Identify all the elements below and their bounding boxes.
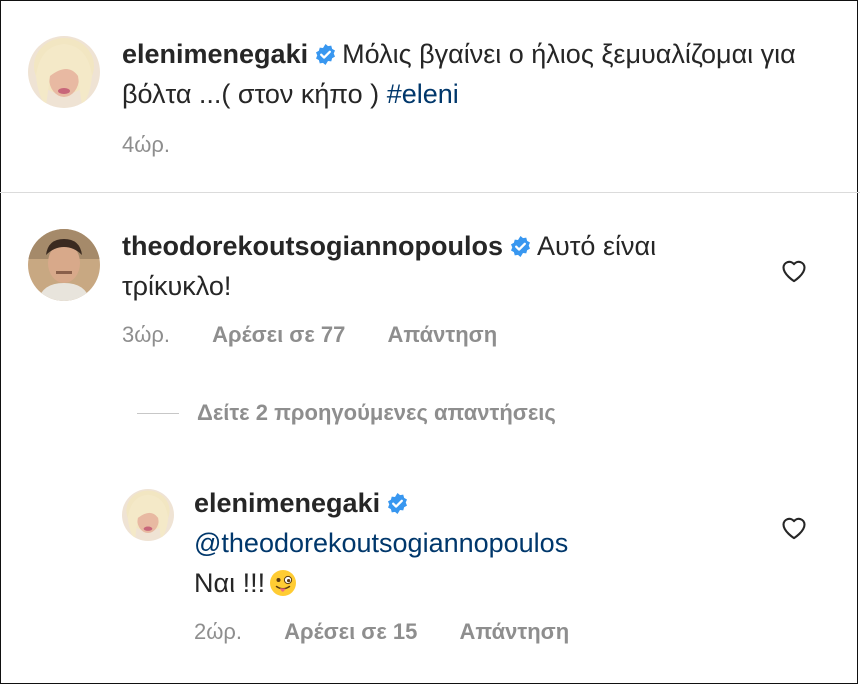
verified-badge-icon <box>386 492 409 515</box>
avatar-image <box>28 36 100 108</box>
comment-meta: 3ώρ. Αρέσει σε 77 Απάντηση <box>122 322 533 348</box>
reply-time: 2ώρ. <box>194 619 243 644</box>
caption-text-block: elenimenegaki Μόλις βγαίνει ο ήλιος ξεμυα… <box>122 34 822 114</box>
view-replies-label: Δείτε 2 προηγούμενες απαντήσεις <box>197 400 556 425</box>
heart-outline-icon[interactable] <box>780 257 808 283</box>
caption-hashtag[interactable]: #eleni <box>387 79 459 109</box>
reply-meta: 2ώρ. Αρέσει σε 15 Απάντηση <box>194 619 605 645</box>
comment-likes[interactable]: Αρέσει σε 77 <box>212 322 345 347</box>
winking-tongue-emoji <box>269 569 297 597</box>
view-previous-replies[interactable]: Δείτε 2 προηγούμενες απαντήσεις <box>137 400 556 426</box>
comment-reply-button[interactable]: Απάντηση <box>388 322 498 347</box>
verified-badge-icon <box>314 43 337 66</box>
caption-avatar[interactable] <box>28 36 100 108</box>
verified-badge-icon <box>509 235 532 258</box>
comment-text-block: theodorekoutsogiannopoulos Αυτό είναι τρί… <box>122 226 722 306</box>
replies-line <box>137 412 179 414</box>
post-caption: elenimenegaki Μόλις βγαίνει ο ήλιος ξεμυα… <box>0 0 860 192</box>
reply-reply-button[interactable]: Απάντηση <box>460 619 570 644</box>
reply-likes[interactable]: Αρέσει σε 15 <box>284 619 417 644</box>
caption-username[interactable]: elenimenegaki <box>122 39 308 69</box>
caption-meta: 4ώρ. <box>122 132 206 158</box>
reply-mention[interactable]: @theodorekoutsogiannopoulos <box>194 528 568 558</box>
caption-divider <box>0 192 860 193</box>
heart-outline-icon[interactable] <box>780 514 808 540</box>
avatar-image <box>122 489 174 541</box>
avatar-image <box>28 229 100 301</box>
comment-time: 3ώρ. <box>122 322 171 347</box>
reply-avatar[interactable] <box>122 489 174 541</box>
caption-time: 4ώρ. <box>122 132 171 157</box>
comment-username[interactable]: theodorekoutsogiannopoulos <box>122 231 503 261</box>
comment-avatar[interactable] <box>28 229 100 301</box>
reply-text-block: elenimenegaki @theodorekoutsogiannopoulo… <box>194 483 734 603</box>
reply-text: Ναι !!! <box>194 568 266 598</box>
reply-username[interactable]: elenimenegaki <box>194 488 380 518</box>
